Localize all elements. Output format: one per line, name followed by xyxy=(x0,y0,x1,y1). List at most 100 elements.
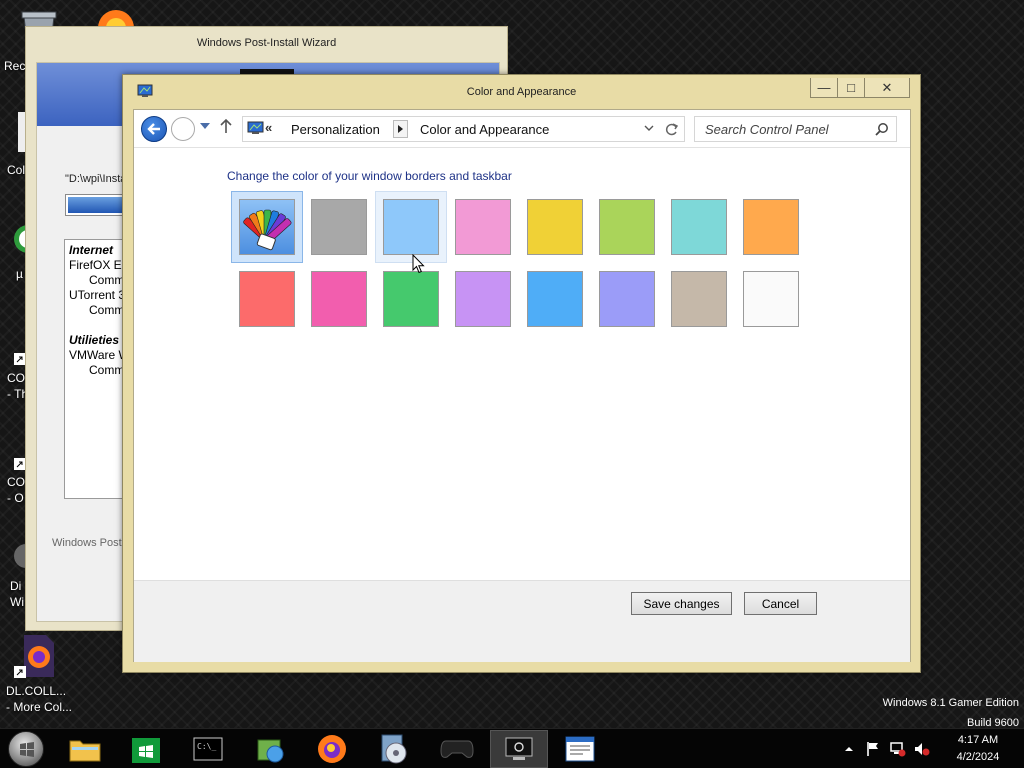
taskbar-button-file-explorer[interactable] xyxy=(56,730,114,768)
taskbar-button-store[interactable] xyxy=(117,730,175,768)
recent-pages-dropdown[interactable] xyxy=(200,123,210,129)
color-swatch-automatic[interactable] xyxy=(231,191,303,263)
color-swatch-purple[interactable] xyxy=(447,263,519,335)
speaker-muted-icon[interactable] xyxy=(914,741,930,757)
shortcut-arrow-icon xyxy=(14,666,26,678)
window-client-area: « Personalization Color and Appearance C… xyxy=(133,109,911,662)
cancel-button[interactable]: Cancel xyxy=(744,592,817,615)
gamepad-icon xyxy=(440,740,474,758)
color-swatch-yellow[interactable] xyxy=(519,191,591,263)
color-swatch-teal[interactable] xyxy=(663,191,735,263)
edition-text: Windows 8.1 Gamer Edition xyxy=(882,697,1019,709)
color-swatch-periwinkle[interactable] xyxy=(591,263,663,335)
breadcrumb-overflow-chevron[interactable]: « xyxy=(265,120,272,135)
color-and-appearance-window[interactable]: Color and Appearance — □ ✕ « Personaliza… xyxy=(122,74,921,673)
taskbar-clock[interactable]: 4:17 AM 4/2/2024 xyxy=(945,732,1011,766)
search-input[interactable] xyxy=(695,117,870,141)
show-hidden-icons-icon[interactable] xyxy=(845,745,853,753)
close-button[interactable]: ✕ xyxy=(864,78,910,98)
swatch-fill xyxy=(743,199,799,255)
swatch-fill xyxy=(239,199,295,255)
breadcrumb-color-and-appearance[interactable]: Color and Appearance xyxy=(420,122,549,137)
start-button[interactable] xyxy=(8,731,44,767)
flag-icon[interactable] xyxy=(866,741,880,757)
store-icon xyxy=(132,738,160,763)
taskbar-button-command-prompt[interactable]: C:\_ xyxy=(179,730,237,768)
color-palette-icon xyxy=(243,209,292,251)
swatch-fill xyxy=(743,271,799,327)
maximize-button[interactable]: □ xyxy=(837,78,865,98)
chevron-down-icon[interactable] xyxy=(644,121,654,135)
color-swatch-white[interactable] xyxy=(735,263,807,335)
color-swatch-taupe[interactable] xyxy=(663,263,735,335)
network-icon[interactable] xyxy=(890,741,906,757)
swatch-fill xyxy=(455,271,511,327)
desktop-icon-label[interactable]: Di Wi xyxy=(10,578,24,610)
forward-button[interactable] xyxy=(171,117,195,141)
desktop-icon-label[interactable]: µ xyxy=(16,266,23,282)
color-swatch-light-blue[interactable] xyxy=(375,191,447,263)
file-explorer-icon xyxy=(69,740,101,762)
firefox-icon[interactable] xyxy=(94,6,138,28)
dialog-footer: Save changes Cancel xyxy=(134,580,910,662)
windows-logo-icon xyxy=(20,742,34,757)
navigation-bar: « Personalization Color and Appearance xyxy=(134,110,910,148)
swatch-fill xyxy=(671,199,727,255)
swatch-fill xyxy=(599,271,655,327)
taskbar-button-document[interactable] xyxy=(551,730,609,768)
refresh-icon[interactable] xyxy=(664,119,680,139)
firefox-icon xyxy=(318,735,346,763)
swatch-fill xyxy=(311,199,367,255)
swatch-fill xyxy=(527,199,583,255)
firefox-file-icon[interactable] xyxy=(22,635,56,677)
taskbar-button-disc-tool[interactable] xyxy=(365,730,423,768)
desktop-icon-label[interactable]: Col xyxy=(7,162,25,178)
control-panel-icon xyxy=(505,737,533,760)
taskbar-button-installer[interactable] xyxy=(241,730,299,768)
taskbar-button-firefox[interactable] xyxy=(303,730,361,768)
wizard-footer-text: Windows Post xyxy=(52,537,122,549)
desktop-icon-label[interactable]: CO - O xyxy=(7,474,25,506)
swatch-fill xyxy=(599,199,655,255)
disc-tool-icon xyxy=(381,734,407,764)
desktop-icon-label[interactable]: Rec xyxy=(4,58,25,74)
desktop-icon-label[interactable]: DL.COLL... - More Col... xyxy=(6,683,72,715)
color-swatch-pink[interactable] xyxy=(447,191,519,263)
control-panel-icon xyxy=(247,121,264,134)
color-swatch-blue[interactable] xyxy=(519,263,591,335)
search-box[interactable] xyxy=(694,116,897,142)
clock-time: 4:17 AM xyxy=(957,734,999,746)
breadcrumb-personalization[interactable]: Personalization xyxy=(291,122,380,137)
color-swatch-lime[interactable] xyxy=(591,191,663,263)
address-bar[interactable]: « Personalization Color and Appearance xyxy=(242,116,685,142)
swatch-fill xyxy=(527,271,583,327)
svg-text:C:\_: C:\_ xyxy=(197,742,216,751)
color-swatch-red[interactable] xyxy=(231,263,303,335)
document-icon xyxy=(565,736,595,762)
color-swatch-magenta[interactable] xyxy=(303,263,375,335)
up-arrow-icon[interactable] xyxy=(220,118,232,134)
back-button[interactable] xyxy=(141,116,167,142)
search-icon[interactable] xyxy=(875,122,889,136)
save-changes-button[interactable]: Save changes xyxy=(631,592,732,615)
breadcrumb-separator[interactable] xyxy=(393,120,408,138)
swatch-fill xyxy=(383,271,439,327)
arrow-left-icon xyxy=(147,123,160,135)
os-watermark: Windows 8.1 Gamer Edition Build 9600 xyxy=(883,693,1019,733)
installer-icon xyxy=(257,739,284,763)
window-title: Color and Appearance xyxy=(466,86,577,98)
taskbar: C:\_ 4:17 AM 4/2/2024 xyxy=(0,728,1024,768)
clock-date: 4/2/2024 xyxy=(956,751,1000,763)
mouse-cursor-icon xyxy=(412,254,425,274)
taskbar-button-gamepad[interactable] xyxy=(428,730,486,768)
swatch-fill xyxy=(671,271,727,327)
install-path-text: "D:\wpi\Insta xyxy=(65,173,127,185)
swatch-fill xyxy=(455,199,511,255)
taskbar-button-control-panel[interactable] xyxy=(490,730,548,768)
color-swatch-gray[interactable] xyxy=(303,191,375,263)
minimize-button[interactable]: — xyxy=(810,78,838,98)
swatch-fill xyxy=(239,271,295,327)
color-swatch-green[interactable] xyxy=(375,263,447,335)
color-swatch-orange[interactable] xyxy=(735,191,807,263)
command-prompt-icon: C:\_ xyxy=(193,737,223,761)
